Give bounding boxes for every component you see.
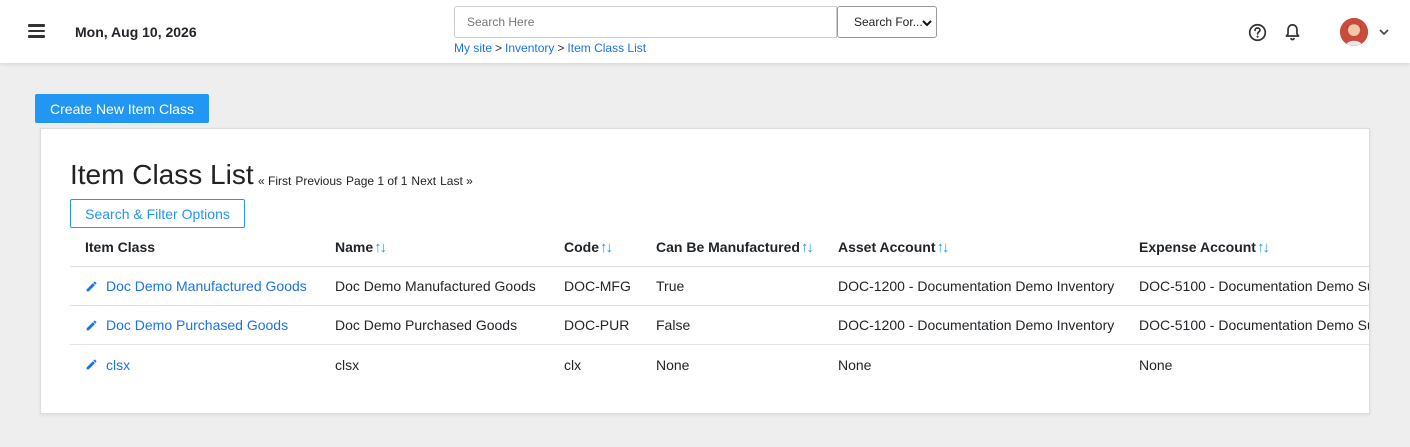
breadcrumb: My site > Inventory > Item Class List bbox=[454, 41, 646, 55]
sort-icon[interactable]: ↑↓ bbox=[374, 239, 387, 256]
item-class-cell[interactable]: clsx bbox=[85, 345, 130, 384]
pager-last[interactable]: Last » bbox=[440, 174, 473, 188]
breadcrumb-separator: > bbox=[495, 41, 503, 55]
current-date: Mon, Aug 10, 2026 bbox=[75, 24, 197, 40]
page-title: Item Class List bbox=[70, 159, 254, 190]
expense-account-cell: None bbox=[1139, 356, 1173, 373]
sort-icon[interactable]: ↑↓ bbox=[937, 239, 950, 256]
can-be-manufactured-cell: None bbox=[656, 356, 690, 373]
can-be-manufactured-cell: True bbox=[656, 278, 685, 294]
table-header-row: Item Class Name ↑↓ Code ↑↓ Can Be Manufact… bbox=[70, 228, 1369, 267]
sort-icon[interactable]: ↑↓ bbox=[1257, 239, 1270, 256]
pager-first[interactable]: « First bbox=[258, 174, 291, 188]
item-class-link[interactable]: Doc Demo Manufactured Goods bbox=[106, 278, 307, 294]
help-circle-icon[interactable] bbox=[1248, 23, 1267, 42]
breadcrumb-my-site[interactable]: My site bbox=[454, 41, 492, 55]
column-header-code[interactable]: Code ↑↓ bbox=[564, 228, 613, 266]
search-filter-options-button[interactable]: Search & Filter Options bbox=[70, 199, 245, 228]
table-row: Doc Demo Purchased Goods Doc Demo Purcha… bbox=[70, 306, 1369, 345]
column-header-label: Name bbox=[335, 239, 374, 255]
asset-account-cell: DOC-1200 - Documentation Demo Inventory bbox=[838, 278, 1115, 294]
breadcrumb-separator: > bbox=[557, 41, 565, 55]
pager-previous[interactable]: Previous bbox=[295, 174, 342, 188]
sort-icon[interactable]: ↑↓ bbox=[801, 239, 814, 256]
pencil-icon[interactable] bbox=[85, 358, 98, 371]
column-header-label: Code bbox=[564, 239, 599, 255]
column-header-name[interactable]: Name ↑↓ bbox=[335, 228, 387, 266]
pager-page-text: Page 1 of 1 bbox=[346, 174, 408, 188]
pager-next[interactable]: Next bbox=[411, 174, 436, 188]
asset-account-cell: DOC-1200 - Documentation Demo Inventory bbox=[838, 317, 1115, 333]
table-row: clsx clsx clx None None None bbox=[70, 345, 1369, 384]
column-header-label: Item Class bbox=[85, 239, 156, 255]
column-header-label: Can Be Manufactured bbox=[656, 239, 800, 255]
name-cell: clsx bbox=[335, 356, 360, 373]
column-header-can-be-manufactured[interactable]: Can Be Manufactured ↑↓ bbox=[656, 228, 814, 266]
sort-icon[interactable]: ↑↓ bbox=[600, 239, 613, 256]
pencil-icon[interactable] bbox=[85, 319, 98, 332]
user-avatar[interactable] bbox=[1340, 18, 1368, 46]
asset-account-cell: None bbox=[838, 356, 872, 373]
search-input[interactable] bbox=[454, 6, 837, 38]
expense-account-cell: DOC-5100 - Documentation Demo Supplies bbox=[1139, 317, 1369, 333]
chevron-down-icon[interactable] bbox=[1377, 25, 1391, 39]
item-class-table: Item Class Name ↑↓ Code ↑↓ Can Be Manufact… bbox=[70, 228, 1369, 384]
pagination: « First Previous Page 1 of 1 Next Last » bbox=[258, 174, 477, 188]
search-for-select[interactable]: Search For... bbox=[837, 6, 937, 38]
create-item-class-button[interactable]: Create New Item Class bbox=[35, 94, 209, 123]
table-row: Doc Demo Manufactured Goods Doc Demo Man… bbox=[70, 267, 1369, 306]
code-cell: DOC-MFG bbox=[564, 278, 631, 294]
item-class-list-card: Item Class List « First Previous Page 1 of… bbox=[40, 128, 1370, 414]
pencil-icon[interactable] bbox=[85, 280, 98, 293]
name-cell: Doc Demo Purchased Goods bbox=[335, 317, 518, 333]
item-class-cell[interactable]: Doc Demo Purchased Goods bbox=[85, 306, 288, 344]
code-cell: DOC-PUR bbox=[564, 317, 630, 333]
column-header-expense-account[interactable]: Expense Account ↑↓ bbox=[1139, 228, 1270, 266]
code-cell: clx bbox=[564, 356, 582, 373]
column-header-label: Expense Account bbox=[1139, 239, 1256, 255]
item-class-link[interactable]: Doc Demo Purchased Goods bbox=[106, 317, 288, 333]
breadcrumb-inventory[interactable]: Inventory bbox=[505, 41, 554, 55]
top-bar: Mon, Aug 10, 2026 Search For... My site>… bbox=[0, 0, 1410, 63]
name-cell: Doc Demo Manufactured Goods bbox=[335, 278, 536, 294]
avatar-image bbox=[1340, 18, 1368, 46]
search-for-label: Search For... bbox=[854, 15, 923, 29]
can-be-manufactured-cell: False bbox=[656, 317, 691, 333]
item-class-link[interactable]: clsx bbox=[106, 357, 130, 373]
column-header-item-class: Item Class bbox=[85, 228, 155, 266]
expense-account-cell: DOC-5100 - Documentation Demo Supplies bbox=[1139, 278, 1369, 294]
chevron-down-icon bbox=[922, 20, 932, 27]
item-class-cell[interactable]: Doc Demo Manufactured Goods bbox=[85, 267, 307, 305]
breadcrumb-item-class-list[interactable]: Item Class List bbox=[567, 41, 646, 55]
column-header-label: Asset Account bbox=[838, 239, 936, 255]
column-header-asset-account[interactable]: Asset Account ↑↓ bbox=[838, 228, 950, 266]
bell-icon[interactable] bbox=[1283, 22, 1302, 42]
hamburger-icon[interactable] bbox=[28, 24, 45, 38]
